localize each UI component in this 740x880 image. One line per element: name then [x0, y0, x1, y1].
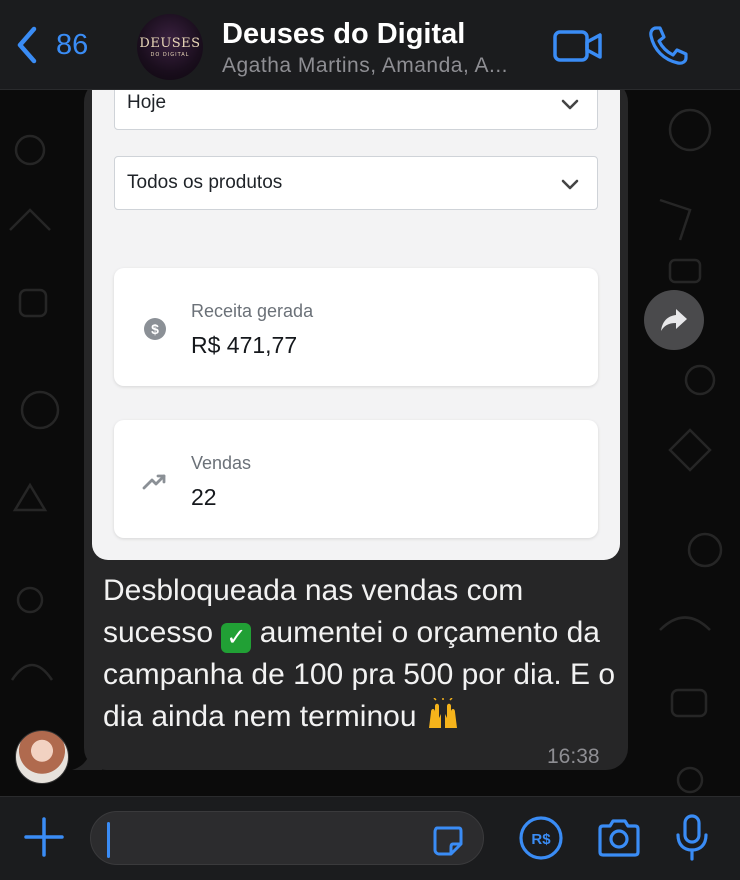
sales-value: 22 — [191, 484, 217, 510]
microphone-icon[interactable] — [674, 813, 710, 863]
chat-participants[interactable]: Agatha Martins, Amanda, A... — [222, 54, 508, 78]
payment-icon[interactable]: R$ — [518, 815, 564, 861]
svg-text:R$: R$ — [531, 831, 551, 848]
trending-up-icon — [142, 474, 166, 490]
message-text: Desbloqueada nas vendas com sucesso ✓ au… — [103, 570, 623, 738]
product-select: Todos os produtos — [114, 156, 598, 210]
back-button[interactable]: 86 — [14, 25, 88, 65]
group-avatar[interactable]: DEUSES DO DIGITAL — [137, 14, 203, 80]
raising-hands-emoji-icon — [428, 698, 457, 728]
product-select-value: Todos os produtos — [127, 172, 283, 193]
revenue-label: Receita gerada — [191, 301, 314, 321]
period-select-value: Hoje — [127, 92, 167, 113]
sales-label: Vendas — [191, 453, 252, 473]
revenue-value: R$ 471,77 — [191, 332, 298, 358]
phone-icon[interactable] — [646, 24, 690, 68]
message-input[interactable] — [90, 811, 484, 865]
forward-arrow-icon — [661, 309, 687, 331]
message-timestamp: 16:38 — [547, 745, 600, 768]
bubble-tail — [72, 740, 102, 770]
svg-text:$: $ — [151, 321, 159, 337]
input-bar: R$ — [0, 796, 740, 880]
chevron-down-icon — [561, 99, 579, 110]
camera-icon[interactable] — [596, 817, 642, 859]
sender-avatar[interactable] — [15, 730, 69, 784]
chat-title[interactable]: Deuses do Digital — [222, 18, 465, 51]
chevron-left-icon — [17, 26, 37, 64]
unread-count: 86 — [56, 28, 89, 61]
video-camera-icon[interactable] — [552, 27, 604, 65]
avatar-logo-text: DEUSES — [139, 35, 201, 51]
sales-card: Vendas 22 — [114, 420, 598, 538]
chat-header: 86 DEUSES DO DIGITAL Deuses do Digital A… — [0, 0, 740, 90]
dashboard-screenshot[interactable]: Hoje Todos os produtos $ Receita gerada … — [92, 90, 620, 560]
revenue-card: $ Receita gerada R$ 471,77 — [114, 268, 598, 386]
chevron-down-icon — [561, 179, 579, 190]
avatar-logo-subtext: DO DIGITAL — [150, 51, 190, 58]
period-select: Hoje — [114, 90, 598, 130]
chat-area[interactable]: Hoje Todos os produtos $ Receita gerada … — [0, 90, 740, 796]
dollar-icon: $ — [144, 318, 166, 340]
check-mark-emoji-icon: ✓ — [221, 623, 252, 653]
text-caret — [107, 822, 110, 858]
forward-button[interactable] — [644, 290, 704, 350]
sticker-icon[interactable] — [431, 824, 465, 858]
plus-icon[interactable] — [22, 815, 66, 859]
